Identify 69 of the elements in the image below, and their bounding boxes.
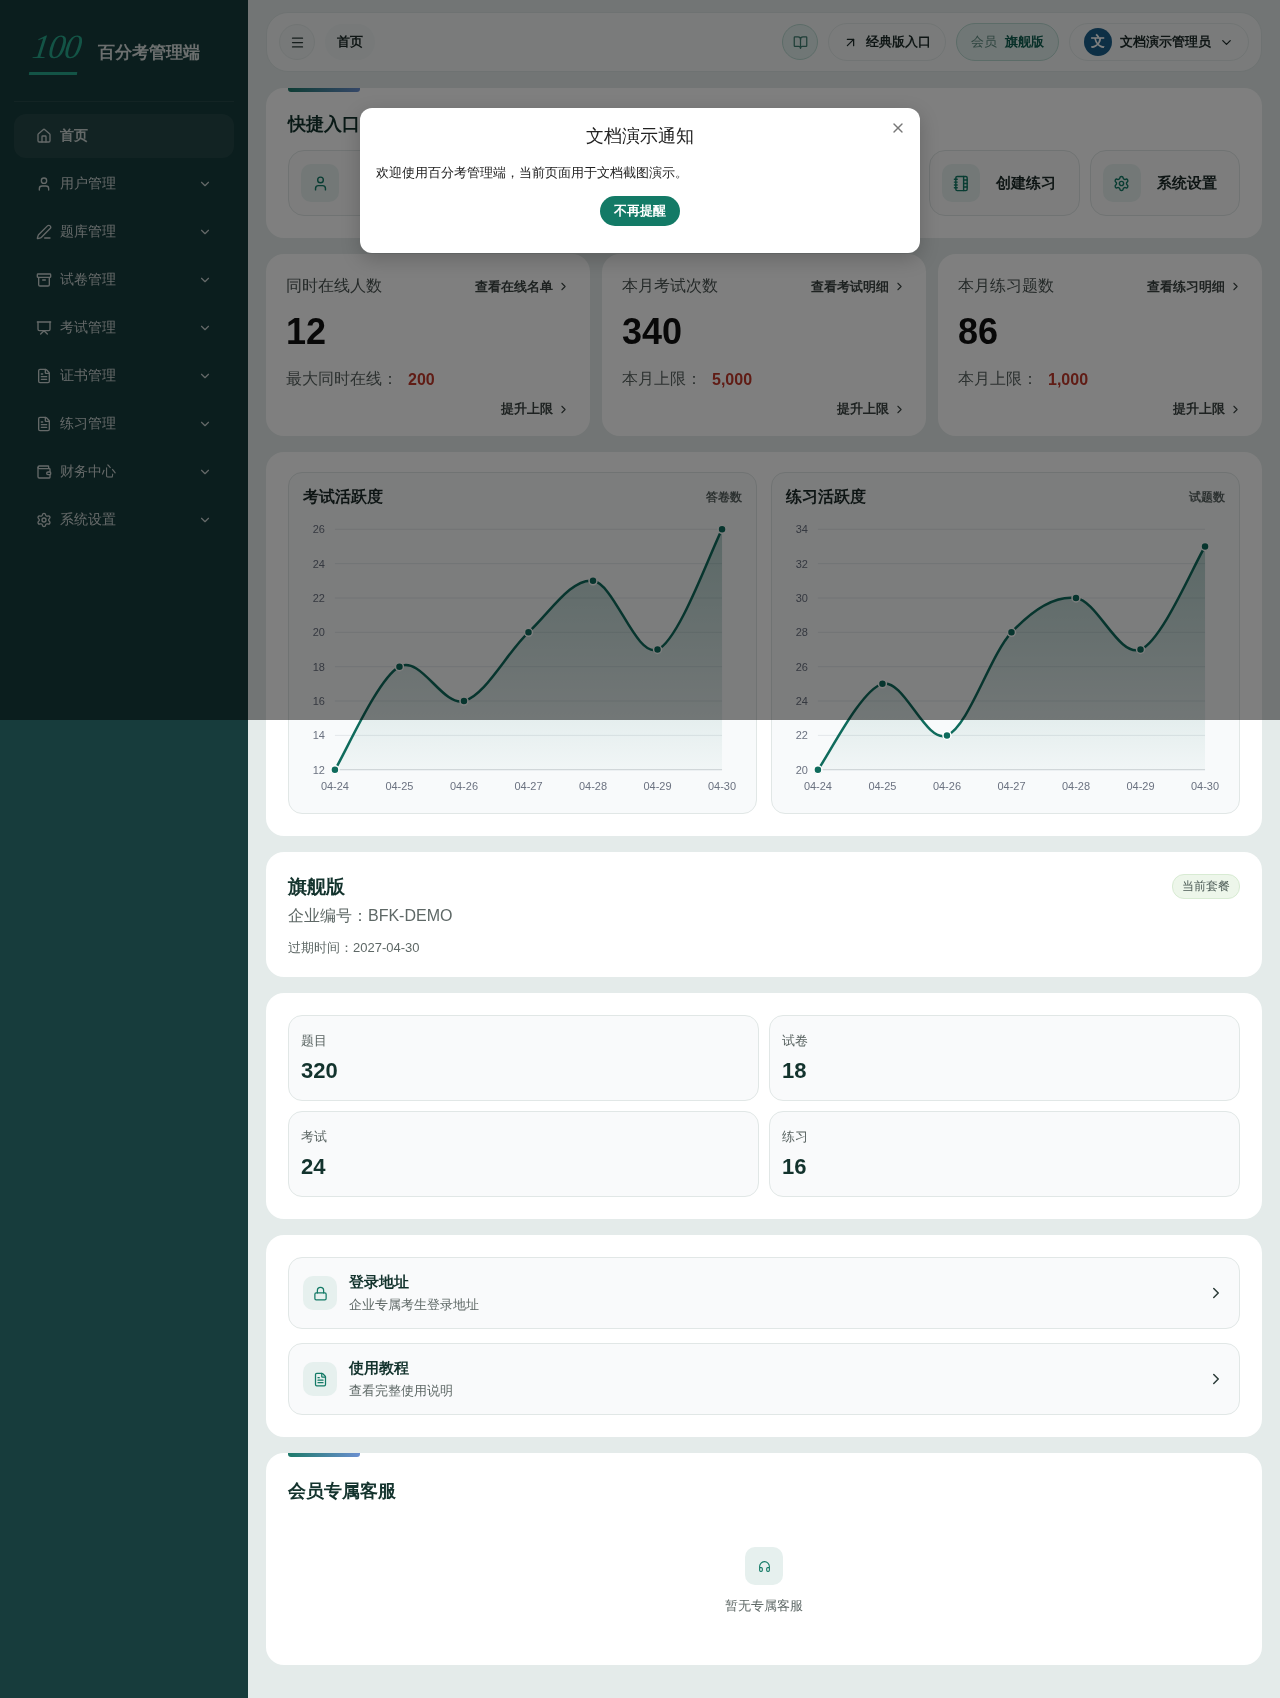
limit-label: 本月上限： bbox=[958, 369, 1038, 389]
limit-value: 5,000 bbox=[712, 370, 753, 389]
chart-title: 考试活跃度 bbox=[303, 487, 383, 507]
chart-legend: 答卷数 bbox=[706, 489, 742, 506]
y-tick-label: 34 bbox=[795, 523, 808, 536]
stat-value: 340 bbox=[622, 311, 684, 353]
y-tick-label: 30 bbox=[795, 592, 808, 604]
stat-title: 本月考试次数 bbox=[622, 276, 718, 296]
link-title: 使用教程 bbox=[349, 1358, 410, 1378]
y-tick-label: 24 bbox=[312, 557, 325, 570]
count-value: 18 bbox=[782, 1058, 808, 1084]
link-subtitle: 查看完整使用说明 bbox=[349, 1381, 454, 1400]
empty-message: 暂无专属客服 bbox=[725, 1597, 803, 1615]
count-value: 16 bbox=[782, 1154, 808, 1180]
stat-value: 12 bbox=[286, 311, 328, 353]
chart-title: 练习活跃度 bbox=[786, 487, 866, 507]
y-tick-label: 20 bbox=[312, 626, 325, 639]
limit-value: 1,000 bbox=[1048, 370, 1089, 389]
dialog-title: 文档演示通知 bbox=[586, 125, 694, 148]
x-tick-label: 04-30 bbox=[708, 779, 737, 792]
x-tick-label: 04-25 bbox=[385, 779, 414, 792]
x-tick-label: 04-29 bbox=[1126, 779, 1155, 792]
y-tick-label: 26 bbox=[312, 523, 325, 536]
company-id: 企业编号：BFK-DEMO bbox=[288, 906, 454, 926]
count-value: 24 bbox=[301, 1154, 327, 1180]
limit-label: 最大同时在线： bbox=[286, 369, 398, 389]
count-label: 考试 bbox=[301, 1128, 328, 1146]
count-label: 练习 bbox=[782, 1128, 809, 1146]
x-tick-label: 04-24 bbox=[320, 779, 349, 792]
x-tick-label: 04-27 bbox=[514, 779, 543, 792]
x-tick-label: 04-28 bbox=[578, 779, 608, 792]
y-tick-label: 18 bbox=[312, 660, 325, 673]
limit-value: 200 bbox=[408, 370, 435, 389]
y-tick-label: 28 bbox=[795, 626, 808, 639]
y-tick-label: 22 bbox=[795, 729, 808, 742]
chart-legend: 试题数 bbox=[1189, 489, 1225, 506]
y-tick-label: 14 bbox=[312, 729, 325, 742]
x-tick-label: 04-24 bbox=[803, 779, 832, 792]
section-title: 快捷入口 bbox=[288, 113, 360, 136]
y-tick-label: 12 bbox=[312, 763, 325, 776]
x-tick-label: 04-29 bbox=[643, 779, 672, 792]
x-tick-label: 04-26 bbox=[449, 779, 478, 792]
y-tick-label: 24 bbox=[795, 695, 808, 708]
stat-title: 同时在线人数 bbox=[286, 276, 382, 296]
count-value: 320 bbox=[301, 1058, 339, 1084]
app-title: 百分考管理端 bbox=[98, 42, 200, 64]
limit-label: 本月上限： bbox=[622, 369, 702, 389]
link-subtitle: 企业专属考生登录地址 bbox=[349, 1295, 480, 1314]
x-tick-label: 04-30 bbox=[1191, 779, 1220, 792]
count-label: 试卷 bbox=[782, 1032, 809, 1050]
x-tick-label: 04-26 bbox=[932, 779, 961, 792]
y-tick-label: 22 bbox=[312, 592, 325, 604]
avatar: 文 bbox=[1084, 28, 1112, 56]
link-title: 登录地址 bbox=[349, 1272, 410, 1292]
y-tick-label: 16 bbox=[312, 695, 325, 708]
current-plan-badge: 当前套餐 bbox=[1172, 874, 1240, 899]
section-title: 会员专属客服 bbox=[288, 1480, 396, 1503]
x-tick-label: 04-28 bbox=[1061, 779, 1091, 792]
y-tick-label: 20 bbox=[795, 763, 808, 776]
stat-value: 86 bbox=[958, 311, 1000, 353]
stat-title: 本月练习题数 bbox=[958, 276, 1054, 296]
dialog-message: 欢迎使用百分考管理端，当前页面用于文档截图演示。 bbox=[376, 164, 689, 182]
x-tick-label: 04-27 bbox=[997, 779, 1026, 792]
x-tick-label: 04-25 bbox=[868, 779, 897, 792]
count-label: 题目 bbox=[301, 1032, 328, 1050]
plan-name: 旗舰版 bbox=[288, 875, 345, 899]
expiry-date: 过期时间：2027-04-30 bbox=[288, 939, 421, 957]
y-tick-label: 26 bbox=[795, 660, 808, 673]
y-tick-label: 32 bbox=[795, 557, 808, 570]
